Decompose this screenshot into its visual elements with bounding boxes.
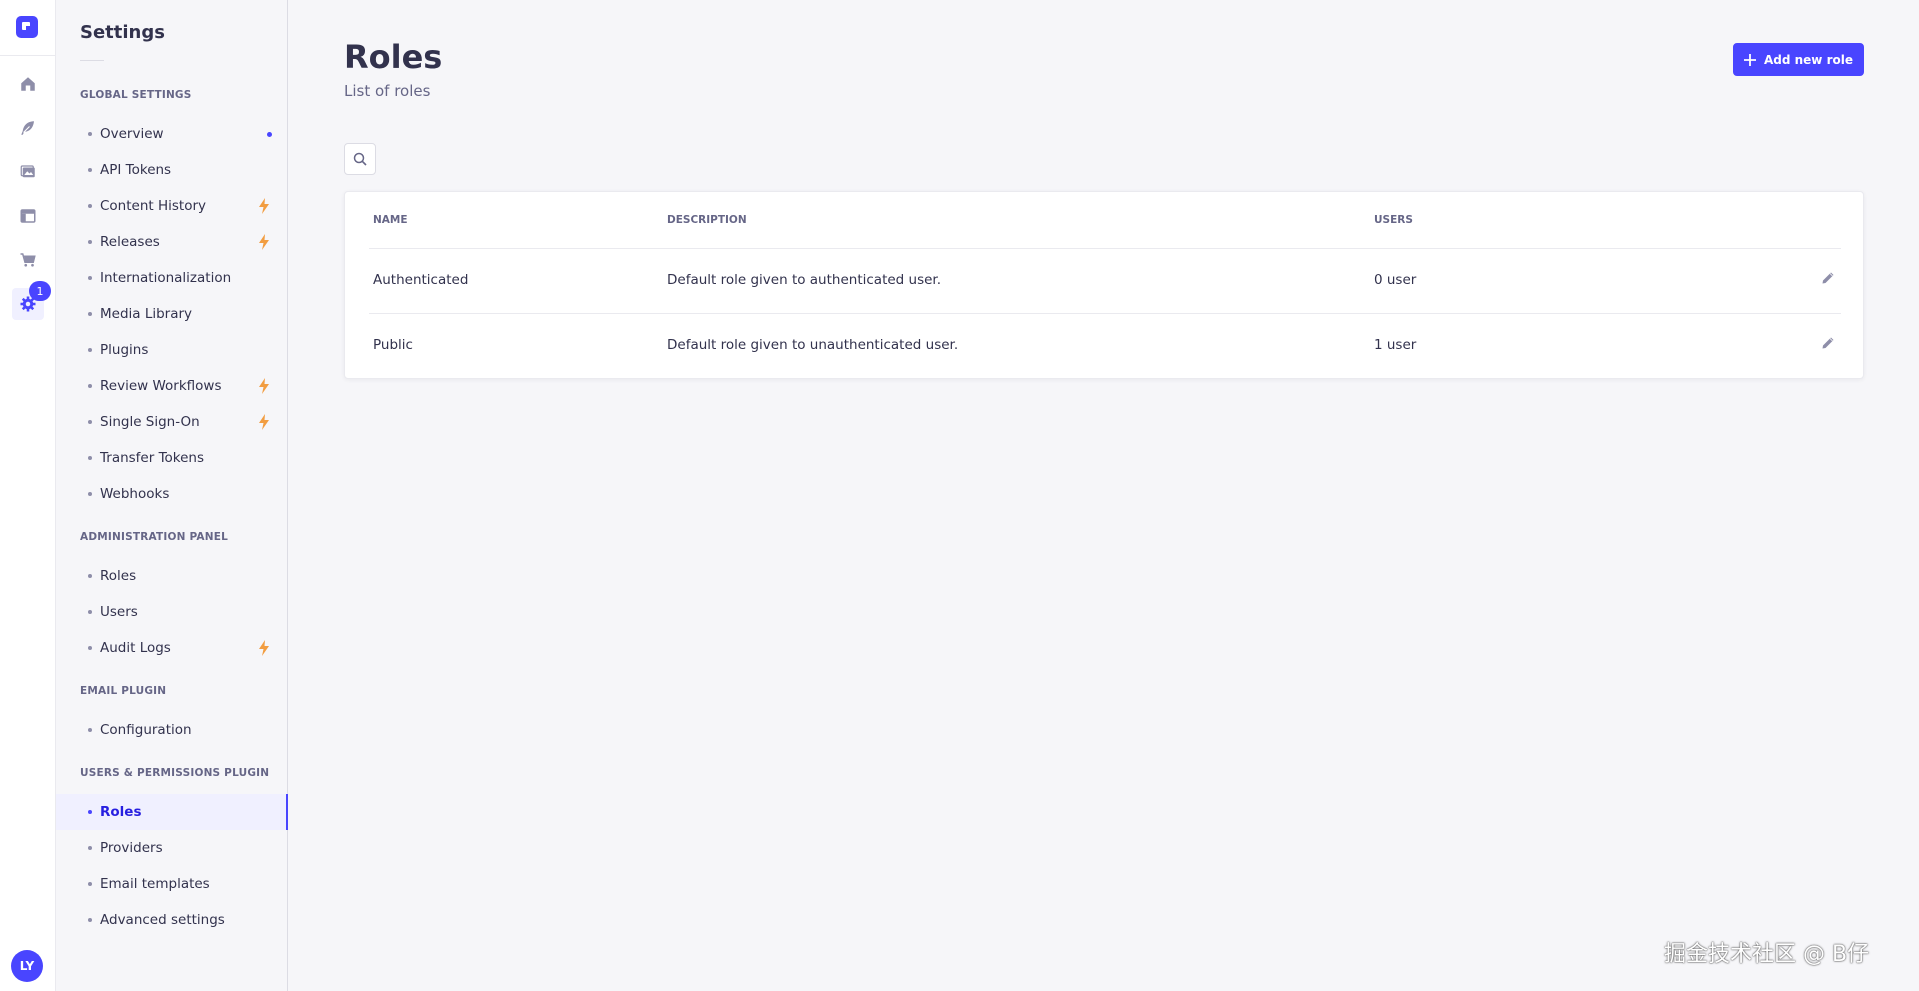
bullet-icon — [88, 204, 92, 208]
settings-subnav: Settings GLOBAL SETTINGS Overview API To… — [56, 0, 288, 991]
search-icon — [353, 152, 367, 166]
subnav-item-webhooks[interactable]: Webhooks — [56, 476, 288, 512]
subnav-item-plugins[interactable]: Plugins — [56, 332, 288, 368]
cell-role-users: 0 user — [1374, 272, 1417, 288]
subnav-item-label: Email templates — [100, 876, 210, 892]
cell-role-name: Public — [373, 337, 413, 353]
strapi-logo-icon[interactable] — [16, 16, 38, 38]
subnav-item-email-templates[interactable]: Email templates — [56, 866, 288, 902]
column-header-name[interactable]: NAME — [373, 214, 408, 226]
section-label-users-permissions-plugin: USERS & PERMISSIONS PLUGIN — [80, 767, 270, 779]
section-label-administration-panel: ADMINISTRATION PANEL — [80, 531, 228, 543]
subnav-item-single-sign-on[interactable]: Single Sign-On — [56, 404, 288, 440]
subnav-item-label: Plugins — [100, 342, 149, 358]
table-row[interactable]: Public Default role given to unauthentic… — [369, 313, 1841, 378]
bullet-icon — [88, 132, 92, 136]
section-label-global-settings: GLOBAL SETTINGS — [80, 89, 192, 101]
subnav-item-overview[interactable]: Overview — [56, 116, 288, 152]
bullet-icon — [88, 882, 92, 886]
subnav-item-media-library[interactable]: Media Library — [56, 296, 288, 332]
bullet-icon — [88, 492, 92, 496]
subnav-item-label: Overview — [100, 126, 164, 142]
lightning-icon — [259, 198, 269, 214]
section-label-email-plugin: EMAIL PLUGIN — [80, 685, 167, 697]
cell-role-name: Authenticated — [373, 272, 469, 288]
bullet-icon — [88, 728, 92, 732]
page-subtitle: List of roles — [344, 82, 431, 100]
subnav-item-content-history[interactable]: Content History — [56, 188, 288, 224]
watermark: 掘金技术社区 @ B仔 — [1664, 942, 1870, 967]
subnav-item-label: Users — [100, 604, 138, 620]
subnav-item-review-workflows[interactable]: Review Workflows — [56, 368, 288, 404]
layout-icon[interactable] — [16, 204, 40, 228]
lightning-icon — [259, 378, 269, 394]
page-title: Roles — [344, 38, 443, 76]
bullet-icon — [88, 348, 92, 352]
plus-icon — [1743, 53, 1756, 66]
subnav-title: Settings — [80, 22, 165, 43]
bullet-icon — [88, 384, 92, 388]
subnav-item-providers[interactable]: Providers — [56, 830, 288, 866]
add-new-role-button[interactable]: Add new role — [1733, 43, 1864, 76]
subnav-item-label: Providers — [100, 840, 163, 856]
bullet-icon — [88, 168, 92, 172]
column-header-users[interactable]: USERS — [1374, 214, 1413, 226]
subnav-item-label: Configuration — [100, 722, 192, 738]
bullet-icon — [88, 574, 92, 578]
pencil-icon[interactable] — [1821, 336, 1835, 350]
cart-icon[interactable] — [16, 248, 40, 272]
bullet-icon — [88, 610, 92, 614]
notification-badge: 1 — [29, 281, 51, 301]
search-button[interactable] — [344, 143, 376, 175]
bullet-icon — [88, 420, 92, 424]
lightning-icon — [259, 414, 269, 430]
subnav-item-api-tokens[interactable]: API Tokens — [56, 152, 288, 188]
lightning-icon — [259, 640, 269, 656]
bullet-icon — [88, 276, 92, 280]
subnav-item-advanced-settings[interactable]: Advanced settings — [56, 902, 288, 938]
subnav-item-releases[interactable]: Releases — [56, 224, 288, 260]
cell-role-users: 1 user — [1374, 337, 1417, 353]
bullet-icon — [88, 810, 92, 814]
subnav-item-label: API Tokens — [100, 162, 172, 178]
feather-icon[interactable] — [16, 116, 40, 140]
subnav-item-label: Roles — [100, 804, 142, 820]
table-row[interactable]: Authenticated Default role given to auth… — [369, 248, 1841, 313]
bullet-icon — [88, 456, 92, 460]
bullet-icon — [88, 918, 92, 922]
bullet-icon — [88, 240, 92, 244]
home-icon[interactable] — [16, 72, 40, 96]
cell-role-description: Default role given to authenticated user… — [667, 272, 942, 288]
lightning-icon — [259, 234, 269, 250]
bullet-icon — [88, 846, 92, 850]
main-nav-rail: 1 LY — [0, 0, 56, 991]
subnav-item-users[interactable]: Users — [56, 594, 288, 630]
subnav-item-label: Media Library — [100, 306, 193, 322]
subnav-item-label: Advanced settings — [100, 912, 225, 928]
column-header-description[interactable]: DESCRIPTION — [667, 214, 747, 226]
bullet-icon — [88, 312, 92, 316]
cell-role-description: Default role given to unauthenticated us… — [667, 337, 959, 353]
subnav-item-label: Transfer Tokens — [100, 450, 205, 466]
subnav-item-admin-roles[interactable]: Roles — [56, 558, 288, 594]
subnav-item-label: Internationalization — [100, 270, 232, 286]
user-avatar[interactable]: LY — [11, 950, 43, 982]
add-new-role-label: Add new role — [1763, 52, 1853, 67]
media-icon[interactable] — [16, 160, 40, 184]
bullet-icon — [88, 646, 92, 650]
subnav-item-up-roles[interactable]: Roles — [56, 794, 288, 830]
subnav-item-label: Webhooks — [100, 486, 170, 502]
roles-table: NAME DESCRIPTION USERS Authenticated Def… — [344, 191, 1864, 379]
subnav-item-transfer-tokens[interactable]: Transfer Tokens — [56, 440, 288, 476]
subnav-item-configuration[interactable]: Configuration — [56, 712, 288, 748]
new-indicator-icon — [267, 132, 272, 137]
pencil-icon[interactable] — [1821, 271, 1835, 285]
subnav-divider — [80, 60, 104, 61]
subnav-item-audit-logs[interactable]: Audit Logs — [56, 630, 288, 666]
subnav-item-label: Roles — [100, 568, 137, 584]
subnav-item-internationalization[interactable]: Internationalization — [56, 260, 288, 296]
rail-divider — [0, 55, 56, 56]
